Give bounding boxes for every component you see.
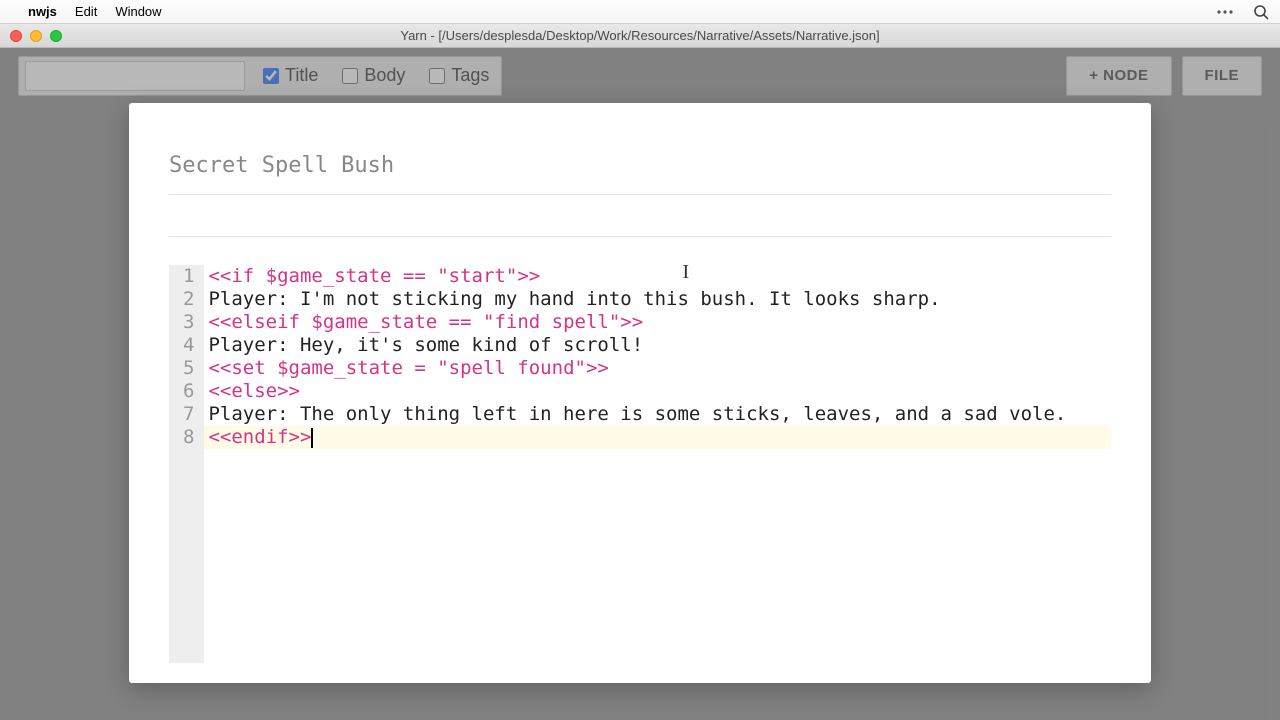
node-editor-panel: 12345678 I <<if $game_state == "start">>… bbox=[129, 103, 1151, 683]
line-number: 8 bbox=[183, 426, 194, 449]
code-line[interactable]: Player: I'm not sticking my hand into th… bbox=[204, 288, 1111, 311]
window-title: Yarn - [/Users/desplesda/Desktop/Work/Re… bbox=[0, 28, 1280, 43]
text-caret bbox=[311, 428, 313, 448]
app-name-menu[interactable]: nwjs bbox=[28, 4, 57, 19]
menu-edit[interactable]: Edit bbox=[75, 4, 97, 19]
code-line[interactable]: Player: The only thing left in here is s… bbox=[204, 403, 1111, 426]
line-number: 1 bbox=[183, 265, 194, 288]
code-line[interactable]: <<set $game_state = "spell found">> bbox=[204, 357, 1111, 380]
node-tags-input[interactable] bbox=[169, 195, 1111, 237]
line-number: 5 bbox=[183, 357, 194, 380]
line-number: 6 bbox=[183, 380, 194, 403]
code-line[interactable]: <<elseif $game_state == "find spell">> bbox=[204, 311, 1111, 334]
overflow-icon[interactable] bbox=[1216, 3, 1234, 21]
window-minimize-button[interactable] bbox=[30, 30, 42, 42]
system-menubar: nwjs Edit Window bbox=[0, 0, 1280, 24]
window-titlebar: Yarn - [/Users/desplesda/Desktop/Work/Re… bbox=[0, 24, 1280, 48]
line-number: 2 bbox=[183, 288, 194, 311]
line-number-gutter: 12345678 bbox=[169, 265, 204, 663]
line-number: 4 bbox=[183, 334, 194, 357]
code-line[interactable]: <<if $game_state == "start">> bbox=[204, 265, 1111, 288]
code-editor[interactable]: 12345678 I <<if $game_state == "start">>… bbox=[169, 265, 1111, 663]
line-number: 7 bbox=[183, 403, 194, 426]
search-icon[interactable] bbox=[1252, 3, 1270, 21]
line-number: 3 bbox=[183, 311, 194, 334]
code-content[interactable]: I <<if $game_state == "start">>Player: I… bbox=[204, 265, 1111, 663]
code-line[interactable]: <<endif>> bbox=[204, 426, 1111, 449]
menu-window[interactable]: Window bbox=[115, 4, 161, 19]
code-line[interactable]: Player: Hey, it's some kind of scroll! bbox=[204, 334, 1111, 357]
code-line[interactable]: <<else>> bbox=[204, 380, 1111, 403]
node-title-input[interactable] bbox=[169, 153, 1111, 195]
window-zoom-button[interactable] bbox=[50, 30, 62, 42]
modal-overlay[interactable]: 12345678 I <<if $game_state == "start">>… bbox=[0, 48, 1280, 720]
window-close-button[interactable] bbox=[10, 30, 22, 42]
